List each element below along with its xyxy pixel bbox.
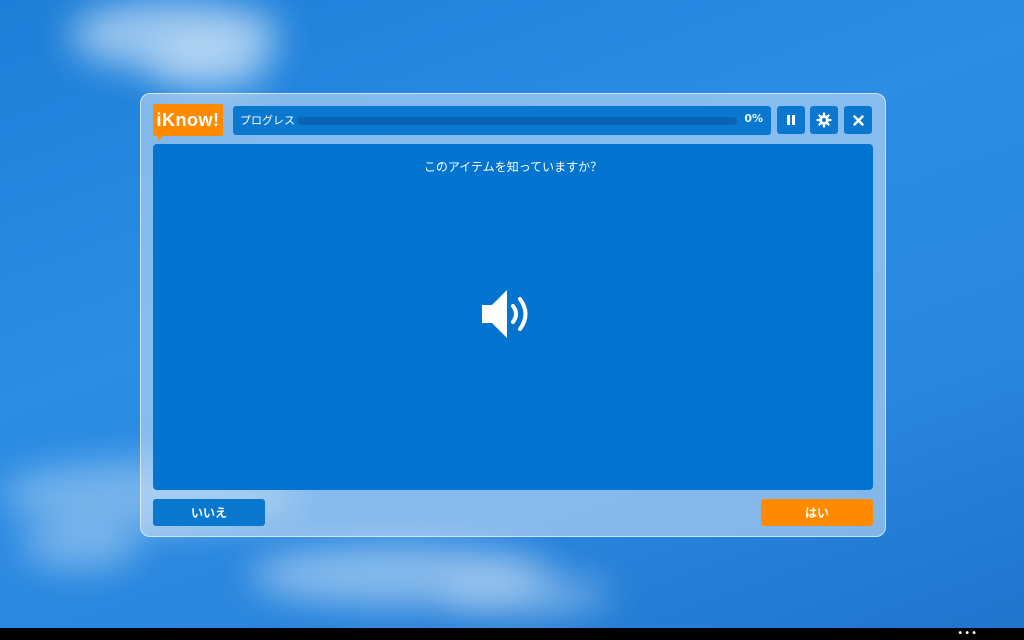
more-options-icon[interactable]: •••	[957, 629, 978, 639]
progress-label: プログレス	[240, 114, 295, 127]
question-card: このアイテムを知っていますか？	[153, 144, 873, 490]
yes-button[interactable]: はい	[761, 499, 873, 526]
progress-track	[297, 117, 737, 125]
speaker-icon[interactable]	[480, 286, 540, 342]
background-cloud	[150, 40, 270, 90]
question-text: このアイテムを知っていますか？	[423, 160, 603, 174]
pause-icon	[787, 115, 795, 125]
progress-percent: 0%	[744, 112, 763, 125]
pause-button[interactable]	[777, 106, 805, 134]
settings-button[interactable]	[810, 106, 838, 134]
iknow-logo: iKnow!	[153, 104, 223, 136]
system-taskbar: •••	[0, 628, 1024, 640]
gear-icon	[816, 112, 832, 128]
close-button[interactable]	[844, 106, 872, 134]
no-button[interactable]: いいえ	[153, 499, 265, 526]
logo-tail	[158, 134, 165, 141]
close-icon	[852, 114, 864, 126]
background-cloud	[20, 520, 140, 570]
progress-bar-container: プログレス 0%	[233, 106, 771, 135]
background-cloud	[440, 575, 610, 615]
